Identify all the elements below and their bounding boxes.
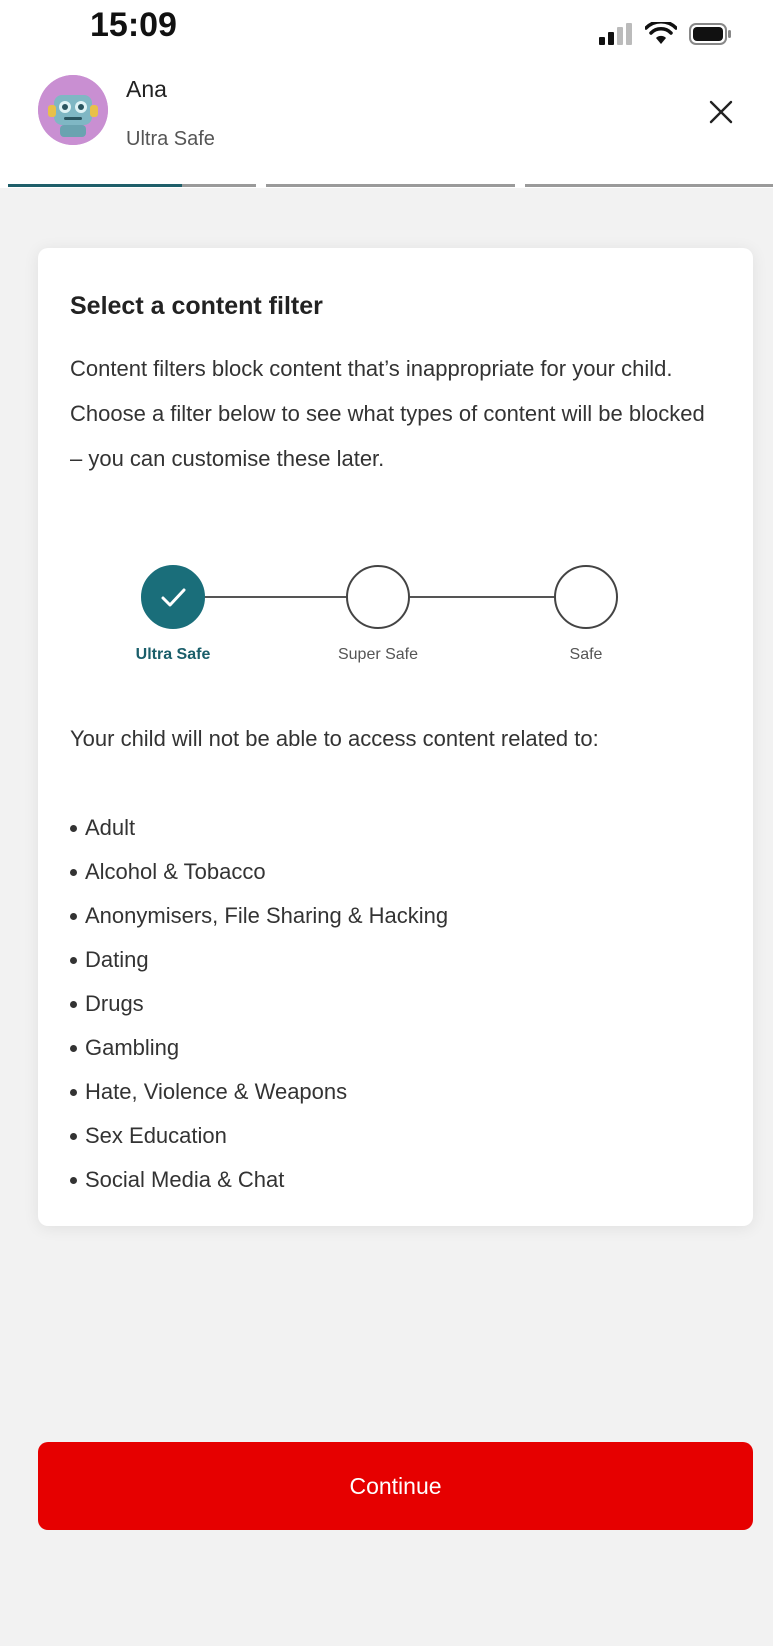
- blocked-categories-list: Adult Alcohol & Tobacco Anonymisers, Fil…: [70, 806, 448, 1202]
- status-bar: 15:09: [0, 0, 773, 60]
- card-title: Select a content filter: [70, 292, 323, 320]
- category-label: Alcohol & Tobacco: [85, 859, 266, 884]
- close-button[interactable]: [703, 94, 739, 130]
- list-item: Alcohol & Tobacco: [70, 850, 448, 894]
- category-label: Anonymisers, File Sharing & Hacking: [85, 903, 449, 928]
- signal-icon: [599, 23, 632, 45]
- battery-icon: [689, 23, 731, 45]
- status-icons: [599, 22, 733, 46]
- filter-label-super-safe: Super Safe: [337, 646, 419, 663]
- list-item: Sex Education: [70, 1114, 448, 1158]
- filter-label-ultra-safe: Ultra Safe: [135, 646, 211, 663]
- list-item: Drugs: [70, 982, 448, 1026]
- access-info-text: Your child will not be able to access co…: [70, 726, 599, 751]
- card-description: Content filters block content that’s ina…: [70, 356, 705, 471]
- category-label: Hate, Violence & Weapons: [85, 1079, 348, 1104]
- content-filter-card: Select a content filter Content filters …: [38, 248, 753, 1226]
- check-icon: [161, 588, 186, 607]
- status-time: 15:09: [90, 6, 177, 44]
- progress-step-1: [8, 184, 257, 187]
- wifi-icon: [645, 22, 677, 44]
- category-label: Drugs: [85, 991, 144, 1016]
- progress-step-2: [266, 184, 515, 187]
- step-progress: [8, 184, 773, 188]
- user-name: Ana: [126, 76, 167, 102]
- filter-selector: Ultra Safe Super Safe Safe: [38, 564, 753, 674]
- filter-option-safe[interactable]: [554, 565, 618, 629]
- list-item: Social Media & Chat: [70, 1158, 448, 1202]
- category-label: Adult: [85, 815, 136, 840]
- list-item: Adult: [70, 806, 448, 850]
- top-area: 15:09 Ana Ultra Safe: [0, 0, 773, 188]
- list-item: Hate, Violence & Weapons: [70, 1070, 448, 1114]
- progress-step-3: [524, 184, 773, 187]
- list-item: Dating: [70, 938, 448, 982]
- continue-button[interactable]: Continue: [38, 1442, 753, 1530]
- user-filter-level: Ultra Safe: [126, 128, 215, 150]
- list-item: Anonymisers, File Sharing & Hacking: [70, 894, 448, 938]
- close-icon: [709, 100, 733, 124]
- category-label: Social Media & Chat: [85, 1167, 285, 1192]
- category-label: Sex Education: [85, 1123, 227, 1148]
- filter-label-safe: Safe: [569, 646, 603, 663]
- list-item: Gambling: [70, 1026, 448, 1070]
- robot-avatar-icon: [38, 75, 108, 145]
- filter-option-ultra-safe[interactable]: [141, 565, 205, 629]
- category-label: Dating: [85, 947, 149, 972]
- filter-option-super-safe[interactable]: [346, 565, 410, 629]
- category-label: Gambling: [85, 1035, 180, 1060]
- avatar: [38, 75, 108, 145]
